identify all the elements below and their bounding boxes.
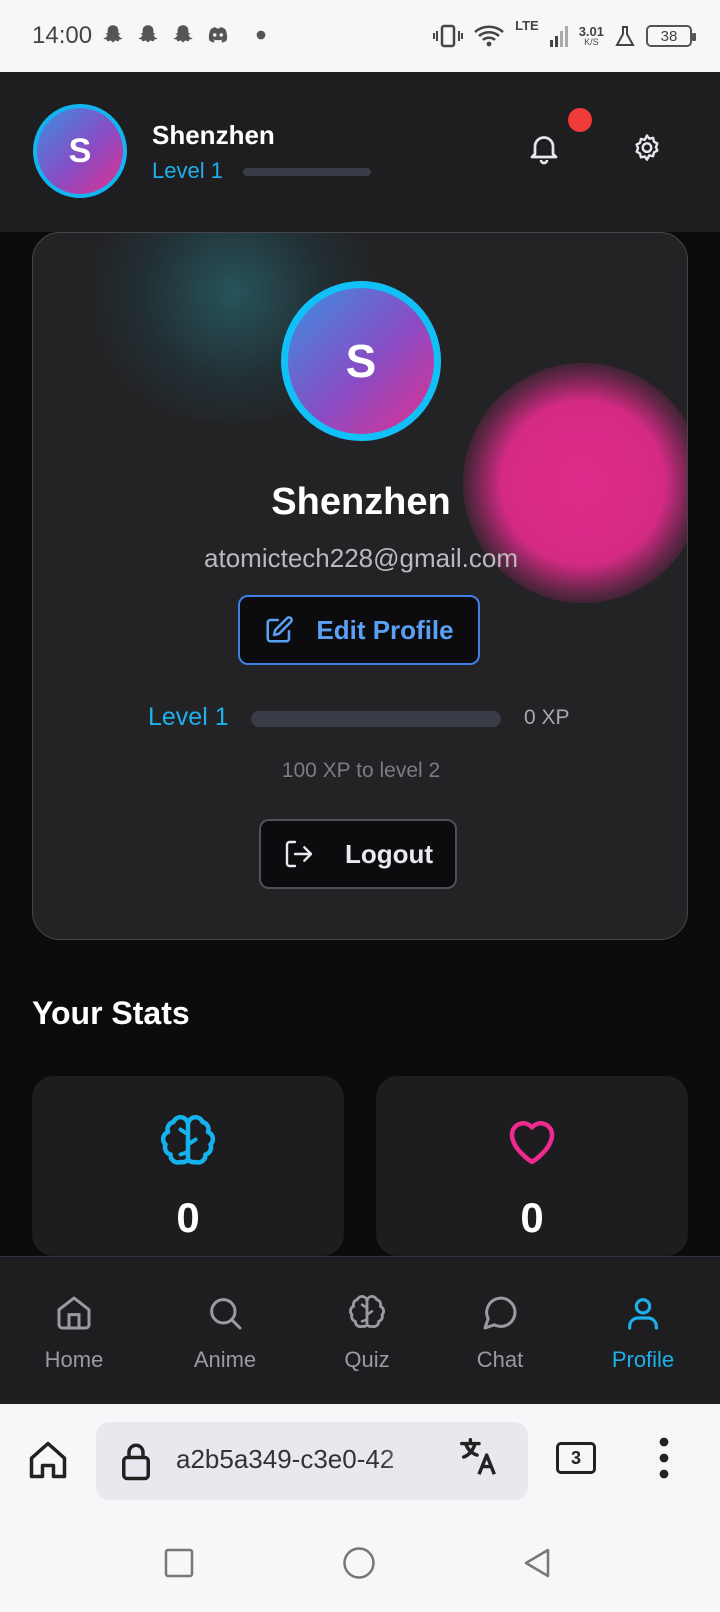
more-vert-icon[interactable]	[656, 1434, 672, 1482]
next-level-text: 100 XP to level 2	[281, 759, 441, 782]
chat-icon	[483, 1296, 517, 1330]
data-speed: 3.01 K/S	[578, 24, 604, 47]
snapchat-icon	[173, 25, 193, 43]
xp-value: 0 XP	[524, 706, 570, 729]
xp-progress-bar	[251, 711, 501, 727]
nav-item-home[interactable]: Home	[14, 1257, 134, 1405]
profile-avatar[interactable]: S	[281, 281, 441, 441]
gear-icon[interactable]	[630, 132, 664, 166]
browser-toolbar: a2b5a349-c3e0-42 3	[0, 1404, 720, 1514]
profile-email: atomictech228@gmail.com	[204, 543, 518, 573]
recents-icon[interactable]	[164, 1548, 194, 1578]
back-icon[interactable]	[522, 1547, 552, 1579]
profile-level: Level 1	[148, 703, 229, 731]
notification-badge	[568, 108, 592, 132]
flask-icon	[615, 26, 635, 46]
nav-item-profile[interactable]: Profile	[583, 1257, 703, 1405]
brain-icon	[349, 1295, 385, 1329]
brain-icon	[160, 1114, 216, 1165]
status-time: 14:00	[32, 22, 93, 49]
edit-icon	[266, 616, 294, 643]
nav-label: Quiz	[344, 1347, 390, 1372]
search-icon	[210, 1298, 242, 1330]
snapchat-icon	[138, 25, 158, 43]
profile-card: S Shenzhen atomictech228@gmail.com Edit …	[32, 232, 688, 940]
stat-value: 0	[176, 1194, 200, 1241]
home-circle-icon[interactable]	[342, 1546, 376, 1580]
nav-label: Home	[44, 1347, 104, 1372]
nav-label: Chat	[476, 1347, 524, 1372]
edit-profile-button[interactable]: Edit Profile	[238, 595, 480, 665]
translate-icon[interactable]	[456, 1434, 502, 1480]
logout-icon	[285, 840, 313, 868]
tab-switcher[interactable]: 3	[556, 1442, 596, 1474]
dot-icon	[256, 30, 266, 40]
vibrate-icon	[433, 24, 464, 48]
battery-indicator: 38	[646, 25, 696, 47]
header-username: Shenzhen	[152, 120, 275, 150]
app-header: S Shenzhen Level 1	[0, 72, 720, 232]
header-level: Level 1	[152, 158, 223, 183]
network-type: LTE	[515, 18, 539, 33]
wifi-icon	[474, 25, 504, 47]
heart-icon	[509, 1121, 555, 1165]
nav-label: Anime	[193, 1347, 257, 1372]
status-icons: LTE 3.01 K/S 38	[433, 18, 696, 54]
stat-value: 0	[520, 1194, 544, 1241]
browser-home-icon[interactable]	[26, 1438, 70, 1482]
bottom-nav: Home Anime Quiz Chat Profile	[0, 1256, 720, 1404]
nav-item-anime[interactable]: Anime	[165, 1257, 285, 1405]
lock-icon	[122, 1443, 150, 1481]
stats-title: Your Stats	[32, 995, 190, 1031]
logout-button[interactable]: Logout	[259, 819, 457, 889]
profile-name: Shenzhen	[271, 481, 451, 523]
url-fade	[380, 1434, 430, 1484]
stat-card-favorites: 0	[376, 1076, 688, 1256]
stat-card-quiz: 0	[32, 1076, 344, 1256]
snapchat-icon	[103, 25, 123, 43]
system-navigation	[0, 1514, 720, 1612]
bell-icon[interactable]	[526, 130, 562, 166]
header-avatar[interactable]: S	[33, 104, 127, 198]
user-icon	[628, 1298, 658, 1330]
status-bar: 14:00 LTE 3.01 K/S 38	[0, 0, 720, 72]
home-icon	[57, 1296, 91, 1330]
nav-item-chat[interactable]: Chat	[440, 1257, 560, 1405]
header-level-progress	[243, 168, 371, 176]
nav-label: Profile	[611, 1347, 675, 1372]
signal-icon	[549, 26, 568, 47]
nav-item-quiz[interactable]: Quiz	[307, 1257, 427, 1405]
discord-icon	[208, 27, 228, 43]
